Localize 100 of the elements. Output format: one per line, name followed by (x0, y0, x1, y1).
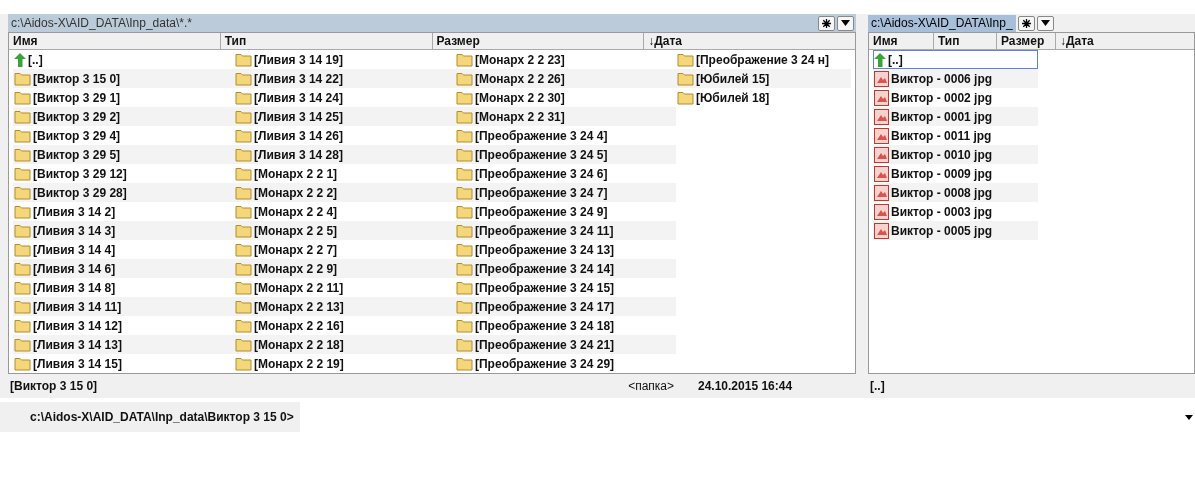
file-item[interactable]: [Ливия 3 14 4] (13, 240, 234, 259)
path-bar[interactable]: c:\Aidos-X\AID_DATA\Inp_ (868, 14, 1016, 32)
file-item[interactable]: Виктор - 0006 jpg (873, 69, 1038, 88)
folder-icon (677, 52, 694, 67)
file-item[interactable]: [Виктор 3 29 4] (13, 126, 234, 145)
caret-icon (841, 20, 850, 26)
file-item[interactable]: [Преображение 3 24 14] (455, 259, 676, 278)
folder-icon (456, 223, 473, 238)
file-item[interactable]: [Монарх 2 2 1] (234, 164, 455, 183)
file-item[interactable]: Виктор - 0011 jpg (873, 126, 1038, 145)
file-item[interactable]: [Монарх 2 2 26] (455, 69, 676, 88)
file-item[interactable]: [Монарх 2 2 5] (234, 221, 455, 240)
file-item[interactable]: [Виктор 3 29 1] (13, 88, 234, 107)
file-item[interactable]: Виктор - 0008 jpg (873, 183, 1038, 202)
file-item[interactable]: [Монарх 2 2 18] (234, 335, 455, 354)
file-item[interactable]: Виктор - 0005 jpg (873, 221, 1038, 240)
file-item[interactable]: [Монарх 2 2 31] (455, 107, 676, 126)
folder-icon (14, 185, 31, 200)
file-item[interactable]: [Монарх 2 2 16] (234, 316, 455, 335)
history-button[interactable] (1036, 15, 1054, 31)
column-header[interactable]: Тип (220, 33, 433, 49)
file-item[interactable]: [Преображение 3 24 17] (455, 297, 676, 316)
file-item[interactable]: [Юбилей 18] (676, 88, 851, 107)
file-item[interactable]: [Монарх 2 2 9] (234, 259, 455, 278)
folder-icon (235, 356, 252, 371)
file-item[interactable]: [Виктор 3 29 5] (13, 145, 234, 164)
file-item[interactable]: [Преображение 3 24 4] (455, 126, 676, 145)
file-item[interactable]: Виктор - 0010 jpg (873, 145, 1038, 164)
file-item[interactable]: Виктор - 0009 jpg (873, 164, 1038, 183)
file-item[interactable]: [Ливия 3 14 15] (13, 354, 234, 373)
file-item[interactable]: [Преображение 3 24 5] (455, 145, 676, 164)
column-header[interactable]: Размер (997, 33, 1056, 49)
folder-icon (14, 90, 31, 105)
file-item[interactable]: [Ливия 3 14 22] (234, 69, 455, 88)
file-item[interactable]: [..] (873, 50, 1038, 69)
file-item[interactable]: [Преображение 3 24 7] (455, 183, 676, 202)
folder-icon (235, 147, 252, 162)
file-item[interactable]: [Ливия 3 14 12] (13, 316, 234, 335)
file-item[interactable]: [Преображение 3 24 29] (455, 354, 676, 373)
column-header[interactable]: Имя (869, 33, 934, 49)
file-item[interactable]: [Ливия 3 14 13] (13, 335, 234, 354)
file-item[interactable]: Виктор - 0002 jpg (873, 88, 1038, 107)
file-item[interactable]: [Ливия 3 14 24] (234, 88, 455, 107)
folder-icon (456, 109, 473, 124)
column-header[interactable]: Тип (934, 33, 997, 49)
file-item[interactable]: [Ливия 3 14 28] (234, 145, 455, 164)
file-item[interactable]: [Юбилей 15] (676, 69, 851, 88)
file-item[interactable]: [Ливия 3 14 11] (13, 297, 234, 316)
file-item[interactable]: [Ливия 3 14 3] (13, 221, 234, 240)
folder-icon (456, 280, 473, 295)
folder-icon (235, 242, 252, 257)
file-item[interactable]: [Монарх 2 2 4] (234, 202, 455, 221)
file-item[interactable]: [Виктор 3 29 28] (13, 183, 234, 202)
status-text: <папка> (627, 379, 674, 393)
folder-icon (456, 52, 473, 67)
folder-icon (14, 337, 31, 352)
file-item[interactable]: [Преображение 3 24 н] (676, 50, 851, 69)
folder-icon (677, 71, 694, 86)
history-button[interactable] (837, 15, 854, 31)
file-item[interactable]: [Преображение 3 24 11] (455, 221, 676, 240)
file-item[interactable]: [Ливия 3 14 19] (234, 50, 455, 69)
file-item[interactable]: [Виктор 3 29 12] (13, 164, 234, 183)
file-item[interactable]: Виктор - 0001 jpg (873, 107, 1038, 126)
file-item[interactable]: [..] (13, 50, 234, 69)
folder-icon (14, 109, 31, 124)
file-item[interactable]: [Монарх 2 2 7] (234, 240, 455, 259)
folder-icon (456, 242, 473, 257)
file-item[interactable]: [Монарх 2 2 30] (455, 88, 676, 107)
file-item[interactable]: [Монарх 2 2 2] (234, 183, 455, 202)
file-item[interactable]: [Ливия 3 14 26] (234, 126, 455, 145)
column-header[interactable]: ↓Дата (1056, 33, 1094, 49)
file-item[interactable]: [Преображение 3 24 9] (455, 202, 676, 221)
folder-icon (235, 166, 252, 181)
file-item[interactable]: [Ливия 3 14 8] (13, 278, 234, 297)
folder-icon (235, 90, 252, 105)
file-item[interactable]: [Монарх 2 2 23] (455, 50, 676, 69)
file-item[interactable]: [Виктор 3 29 2] (13, 107, 234, 126)
file-item[interactable]: [Монарх 2 2 13] (234, 297, 455, 316)
file-item[interactable]: [Монарх 2 2 19] (234, 354, 455, 373)
file-item[interactable]: [Монарх 2 2 11] (234, 278, 455, 297)
favorites-button[interactable] (1017, 15, 1035, 31)
favorites-button[interactable] (818, 15, 835, 31)
folder-icon (456, 166, 473, 181)
column-header[interactable]: Размер (432, 33, 645, 49)
file-item[interactable]: [Виктор 3 15 0] (13, 69, 234, 88)
file-item[interactable]: [Преображение 3 24 15] (455, 278, 676, 297)
folder-icon (14, 280, 31, 295)
folder-icon (677, 90, 694, 105)
column-header[interactable]: ↓Дата (644, 33, 855, 49)
file-item[interactable]: [Ливия 3 14 6] (13, 259, 234, 278)
column-header[interactable]: Имя (9, 33, 221, 49)
file-item[interactable]: Виктор - 0003 jpg (873, 202, 1038, 221)
file-item[interactable]: [Ливия 3 14 2] (13, 202, 234, 221)
file-item[interactable]: [Преображение 3 24 18] (455, 316, 676, 335)
file-item[interactable]: [Преображение 3 24 13] (455, 240, 676, 259)
file-item[interactable]: [Преображение 3 24 21] (455, 335, 676, 354)
file-item[interactable]: [Ливия 3 14 25] (234, 107, 455, 126)
folder-icon (14, 71, 31, 86)
file-item[interactable]: [Преображение 3 24 6] (455, 164, 676, 183)
folder-icon (456, 71, 473, 86)
